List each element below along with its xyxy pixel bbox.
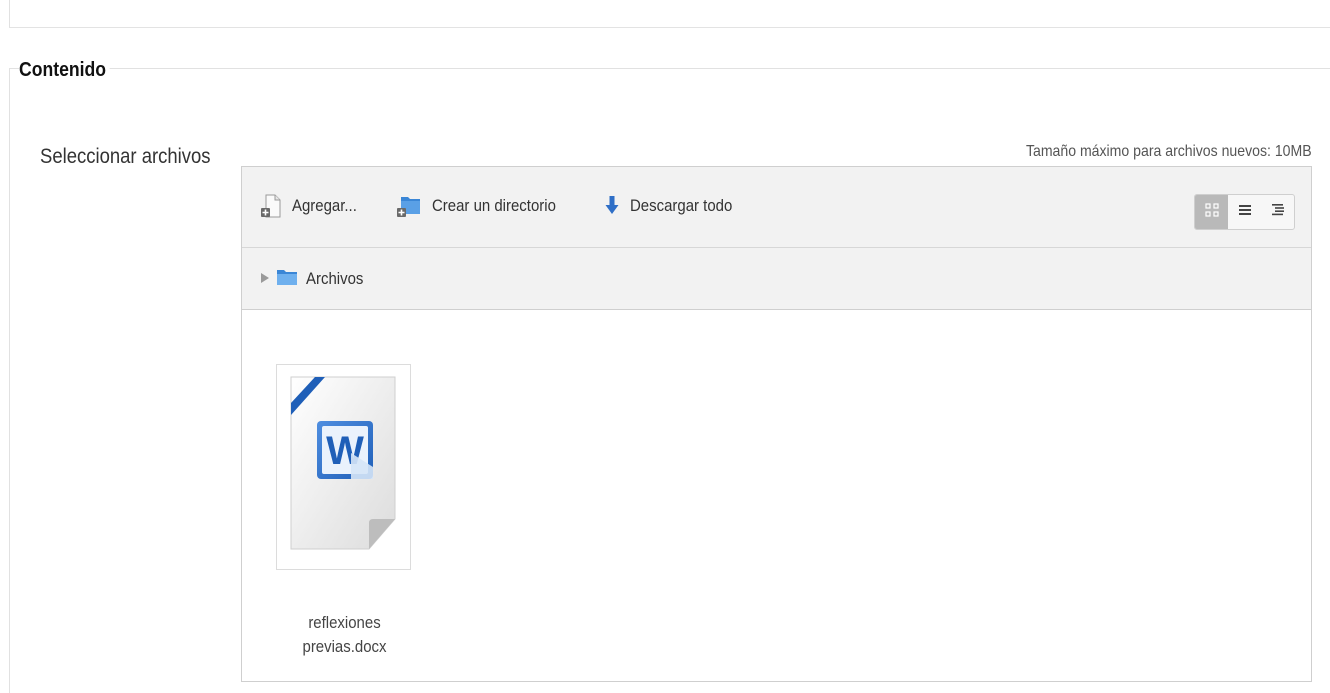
path-folder-label: Archivos [306,269,364,288]
folder-icon [276,268,298,291]
file-item[interactable]: W [276,364,411,570]
tree-list-icon [1271,203,1285,222]
view-mode-switcher [1194,194,1295,230]
view-details-button[interactable] [1228,195,1261,229]
download-all-button[interactable]: Descargar todo [604,191,746,221]
new-folder-icon [396,193,422,219]
add-file-icon [260,193,282,219]
add-file-button[interactable]: Agregar... [260,191,366,221]
path-folder-root[interactable]: Archivos [261,266,371,292]
view-tree-button[interactable] [1261,195,1294,229]
select-files-label: Seleccionar archivos [40,145,211,168]
file-name-line-1: reflexiones [308,613,381,632]
section-legend: Contenido [19,56,110,84]
max-size-text: Tamaño máximo para archivos nuevos: 10MB [1026,143,1312,160]
word-document-icon: W [289,375,399,560]
view-icons-button[interactable] [1195,195,1228,229]
create-directory-label: Crear un directorio [432,196,556,215]
download-all-label: Descargar todo [630,196,733,215]
file-name: reflexiones previas.docx [272,611,417,659]
expand-triangle-icon [261,270,269,288]
file-picker-toolbar: Agregar... Crear un directorio Descargar… [242,167,1311,248]
path-bar: Archivos [242,248,1311,310]
create-directory-button[interactable]: Crear un directorio [396,191,573,221]
download-arrow-icon [604,193,620,219]
previous-section-frame [9,0,1330,28]
grid-icon [1204,202,1219,222]
add-file-label: Agregar... [292,196,357,215]
list-icon [1238,203,1252,222]
file-name-line-2: previas.docx [302,637,387,656]
